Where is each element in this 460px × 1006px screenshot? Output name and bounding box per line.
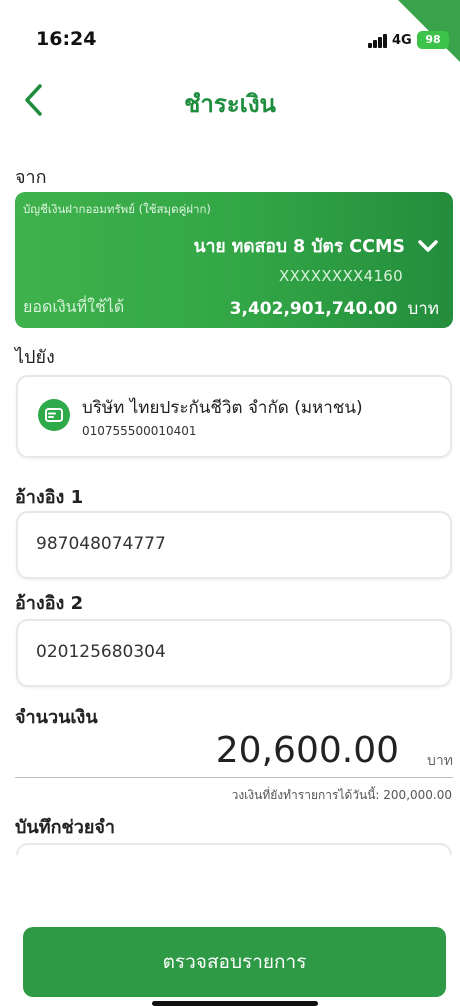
- ref1-label: อ้างอิง 1: [15, 487, 84, 508]
- available-amount-unit: บาท: [407, 299, 439, 319]
- ref1-value: 987048074777: [36, 534, 166, 554]
- source-account-card[interactable]: บัญชีเงินฝากออมทรัพย์ (ใช้สมุดคู่ฝาก) นา…: [15, 192, 453, 328]
- review-transaction-button[interactable]: ตรวจสอบรายการ: [23, 927, 446, 997]
- from-label: จาก: [15, 167, 47, 188]
- daily-limit-text: วงเงินที่ยังทำรายการได้วันนี้: 200,000.0…: [231, 788, 452, 802]
- available-label: ยอดเงินที่ใช้ได้: [23, 297, 125, 316]
- account-type: บัญชีเงินฝากออมทรัพย์ (ใช้สมุดคู่ฝาก): [23, 202, 211, 216]
- account-name-row[interactable]: นาย ทดสอบ 8 บัตร CCMS: [194, 232, 439, 260]
- payee-card[interactable]: บริษัท ไทยประกันชีวิต จำกัด (มหาชน) 0107…: [16, 375, 452, 458]
- status-time: 16:24: [36, 28, 97, 50]
- account-number: XXXXXXXX4160: [279, 267, 403, 285]
- ref2-value: 020125680304: [36, 642, 166, 662]
- battery-level: 98: [425, 33, 441, 46]
- ref2-label: อ้างอิง 2: [15, 593, 84, 614]
- available-amount-value: 3,402,901,740.00: [229, 299, 398, 319]
- memo-label: บันทึกช่วยจำ: [15, 817, 116, 838]
- amount-label: จำนวนเงิน: [15, 707, 98, 728]
- home-indicator: [152, 1001, 318, 1006]
- payee-name: บริษัท ไทยประกันชีวิต จำกัด (มหาชน): [82, 398, 363, 418]
- ref2-field[interactable]: 020125680304: [16, 619, 452, 687]
- battery-icon: 98: [417, 31, 449, 49]
- amount-value: 20,600.00: [215, 730, 399, 771]
- status-bar: 16:24 4G 98: [0, 0, 460, 70]
- available-amount: 3,402,901,740.00 บาท: [230, 295, 439, 322]
- amount-unit: บาท: [427, 753, 453, 769]
- payee-account: 010755500010401: [82, 424, 197, 438]
- to-label: ไปยัง: [15, 347, 55, 368]
- ref1-field[interactable]: 987048074777: [16, 511, 452, 579]
- memo-field[interactable]: [16, 843, 452, 855]
- amount-input[interactable]: 20,600.00 บาท: [15, 728, 453, 778]
- page-title: ชำระเงิน: [184, 90, 276, 118]
- signal-icon: [368, 34, 388, 48]
- chevron-down-icon[interactable]: [417, 238, 439, 254]
- account-name: นาย ทดสอบ 8 บัตร CCMS: [193, 237, 405, 257]
- bill-icon: [38, 399, 70, 431]
- header: ชำระเงิน: [0, 70, 460, 130]
